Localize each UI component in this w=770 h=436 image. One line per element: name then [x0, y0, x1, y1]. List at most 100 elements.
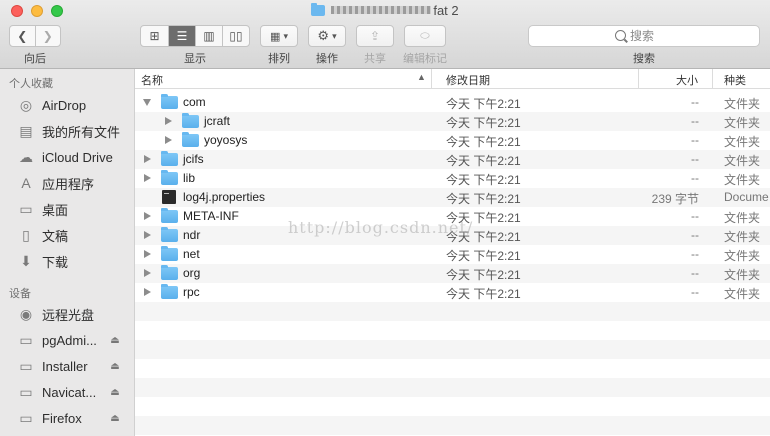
all-files-icon: ▤	[19, 122, 33, 139]
cover-flow-button[interactable]: ▯▯	[223, 26, 249, 46]
redacted-title-part	[331, 6, 432, 14]
table-row[interactable]: jcraft 今天 下午2:21 -- 文件夹	[135, 112, 770, 131]
sidebar-item-icloud-drive[interactable]: ☁ iCloud Drive	[0, 145, 134, 169]
sidebar-item-desktop[interactable]: ▭ 桌面	[0, 197, 134, 221]
table-row[interactable]: org 今天 下午2:21 -- 文件夹	[135, 264, 770, 283]
disclosure-triangle-closed-icon[interactable]	[165, 117, 172, 125]
column-header-date[interactable]: 修改日期	[446, 72, 490, 88]
sidebar-item-all-files[interactable]: ▤ 我的所有文件	[0, 119, 134, 143]
table-row[interactable]: com 今天 下午2:21 -- 文件夹	[135, 93, 770, 112]
disclosure-triangle-open-icon[interactable]	[143, 99, 151, 106]
disclosure-triangle-closed-icon[interactable]	[144, 155, 151, 163]
back-forward-control: ❮ ❯	[9, 25, 61, 47]
edit-tags-button[interactable]: ⬭	[404, 25, 446, 47]
file-date: 今天 下午2:21	[446, 154, 521, 168]
forward-button[interactable]: ❯	[36, 26, 61, 46]
view-mode-control: ⊞ ☰ ▥ ▯▯	[140, 25, 250, 47]
empty-row	[135, 321, 770, 340]
list-icon: ☰	[176, 29, 188, 43]
tag-icon: ⬭	[420, 29, 430, 42]
disclosure-triangle-closed-icon[interactable]	[144, 174, 151, 182]
table-row[interactable]: yoyosys 今天 下午2:21 -- 文件夹	[135, 131, 770, 150]
eject-icon[interactable]: ⏏	[110, 361, 120, 372]
sidebar-item-label: 下载	[42, 254, 69, 270]
chevron-down-icon: ▾	[332, 30, 337, 41]
file-date: 今天 下午2:21	[446, 230, 521, 244]
column-view-button[interactable]: ▥	[196, 26, 223, 46]
download-icon: ⬇	[20, 252, 32, 269]
disclosure-triangle-closed-icon[interactable]	[165, 136, 172, 144]
empty-row	[135, 359, 770, 378]
file-kind: 文件夹	[724, 154, 761, 168]
search-label: 搜索	[633, 53, 655, 65]
share-icon: ⇪	[369, 29, 381, 43]
edit-tags-label: 编辑标记	[403, 53, 447, 65]
chevron-down-icon: ▾	[283, 30, 288, 41]
folder-icon	[161, 170, 178, 185]
table-row[interactable]: lib 今天 下午2:21 -- 文件夹	[135, 169, 770, 188]
column-divider	[712, 69, 713, 88]
eject-icon[interactable]: ⏏	[110, 335, 120, 346]
sidebar-item-firefox[interactable]: ▭ Firefox ⏏	[0, 406, 134, 430]
back-button[interactable]: ❮	[10, 26, 36, 46]
drive-icon: ▭	[19, 331, 33, 348]
table-row[interactable]: META-INF 今天 下午2:21 -- 文件夹	[135, 207, 770, 226]
file-name: log4j.properties	[183, 190, 266, 204]
file-date: 今天 下午2:21	[446, 249, 521, 263]
sidebar-item-navicat[interactable]: ▭ Navicat... ⏏	[0, 380, 134, 404]
action-button[interactable]: ⚙ ▾	[308, 25, 346, 47]
eject-icon[interactable]: ⏏	[110, 387, 120, 398]
applications-icon: A	[21, 175, 31, 191]
disclosure-triangle-closed-icon[interactable]	[144, 269, 151, 277]
share-label: 共享	[364, 53, 386, 65]
disclosure-triangle-closed-icon[interactable]	[144, 288, 151, 296]
file-kind: Docume	[724, 190, 769, 204]
sidebar-item-airdrop[interactable]: ◎ AirDrop	[0, 93, 134, 117]
file-date: 今天 下午2:21	[446, 268, 521, 282]
share-button[interactable]: ⇪	[356, 25, 394, 47]
arrange-label: 排列	[268, 53, 290, 65]
eject-icon[interactable]: ⏏	[110, 413, 120, 424]
arrange-button[interactable]: ▦ ▾	[260, 25, 298, 47]
sidebar-item-documents[interactable]: ▯ 文稿	[0, 223, 134, 247]
disclosure-triangle-closed-icon[interactable]	[144, 231, 151, 239]
airdrop-icon: ◎	[19, 96, 33, 113]
list-view-button[interactable]: ☰	[168, 26, 196, 46]
chevron-right-icon: ❯	[42, 29, 53, 43]
file-size: --	[691, 209, 699, 223]
view-label: 显示	[184, 53, 206, 65]
disclosure-triangle-closed-icon[interactable]	[144, 212, 151, 220]
icon-view-button[interactable]: ⊞	[141, 26, 169, 46]
table-row[interactable]: net 今天 下午2:21 -- 文件夹	[135, 245, 770, 264]
drive-icon: ▭	[19, 409, 33, 426]
disclosure-triangle-closed-icon[interactable]	[144, 250, 151, 258]
sidebar-item-downloads[interactable]: ⬇ 下载	[0, 249, 134, 273]
file-date: 今天 下午2:21	[446, 97, 521, 111]
action-label: 操作	[316, 53, 338, 65]
file-size: --	[691, 171, 699, 185]
file-name: jcifs	[183, 152, 204, 166]
file-list: 名称 ▲ 修改日期 大小 种类 com 今天 下午2:21 -- 文件夹 jcr…	[135, 69, 770, 436]
table-row[interactable]: ndr 今天 下午2:21 -- 文件夹	[135, 226, 770, 245]
file-name: org	[183, 266, 201, 280]
sidebar-item-applications[interactable]: A 应用程序	[0, 171, 134, 195]
table-row[interactable]: jcifs 今天 下午2:21 -- 文件夹	[135, 150, 770, 169]
sidebar-item-pgadmin[interactable]: ▭ pgAdmi... ⏏	[0, 328, 134, 352]
table-row[interactable]: log4j.properties 今天 下午2:21 239 字节 Docume	[135, 188, 770, 207]
empty-row	[135, 397, 770, 416]
column-header-kind[interactable]: 种类	[724, 72, 746, 88]
finder-window: fat 2 ❮ ❯ 向后 ⊞ ☰ ▥ ▯▯ 显示 ▦ ▾ 排列 ⚙ ▾ 操作 ⇪ 共…	[0, 0, 770, 436]
sidebar-item-label: 我的所有文件	[42, 124, 121, 140]
column-header-name[interactable]: 名称	[141, 72, 163, 88]
file-name: ndr	[183, 228, 201, 242]
sidebar-item-label: Firefox	[42, 410, 82, 426]
file-kind: 文件夹	[724, 116, 761, 130]
search-field[interactable]	[528, 25, 760, 47]
table-row[interactable]: rpc 今天 下午2:21 -- 文件夹	[135, 283, 770, 302]
sidebar-item-installer[interactable]: ▭ Installer ⏏	[0, 354, 134, 378]
sidebar-item-remote-disc[interactable]: ◉ 远程光盘	[0, 302, 134, 326]
window-title-text: fat 2	[433, 3, 459, 18]
column-header-size[interactable]: 大小	[676, 72, 698, 88]
search-input[interactable]	[529, 26, 759, 46]
folder-icon	[161, 265, 178, 280]
